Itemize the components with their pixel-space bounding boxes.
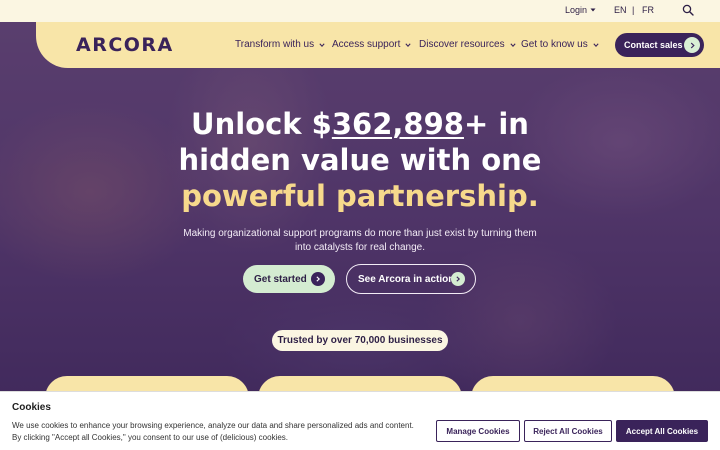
- hero-subtext: Making organizational support programs d…: [183, 228, 537, 253]
- language-en-link[interactable]: EN: [614, 5, 627, 15]
- cookie-banner: Cookies We use cookies to enhance your b…: [0, 391, 720, 450]
- main-navigation: ARCORA Transform with us Access support …: [36, 22, 720, 68]
- chevron-down-icon: [509, 42, 516, 47]
- nav-item-label: Access support: [332, 39, 401, 50]
- get-started-button[interactable]: Get started: [243, 265, 335, 293]
- headline-accent: powerful partnership.: [181, 179, 539, 213]
- manage-cookies-button[interactable]: Manage Cookies: [436, 420, 520, 442]
- headline-prefix: Unlock $: [191, 107, 332, 141]
- contact-sales-button[interactable]: Contact sales: [615, 33, 704, 57]
- chevron-down-icon: [405, 42, 411, 47]
- accept-all-cookies-button[interactable]: Accept All Cookies: [616, 420, 708, 442]
- nav-item-label: Transform with us: [235, 39, 315, 50]
- see-arcora-label: See Arcora in action: [358, 273, 455, 285]
- nav-item-access-support[interactable]: Access support: [332, 39, 411, 50]
- utility-bar: Login EN | FR: [0, 0, 720, 22]
- headline-suffix: + in: [463, 107, 529, 141]
- get-started-label: Get started: [254, 273, 307, 285]
- arrow-right-icon: [311, 272, 325, 286]
- arrow-right-icon: [684, 37, 700, 53]
- language-separator: |: [632, 5, 635, 15]
- search-icon[interactable]: [682, 4, 694, 16]
- caret-down-icon: [590, 8, 596, 12]
- nav-item-label: Discover resources: [419, 39, 505, 50]
- cookie-title: Cookies: [12, 402, 51, 413]
- arcora-logo[interactable]: ARCORA: [76, 34, 174, 56]
- headline-number: 362,898: [331, 107, 464, 141]
- nav-item-transform[interactable]: Transform with us: [235, 39, 325, 50]
- reject-all-cookies-button[interactable]: Reject All Cookies: [524, 420, 612, 442]
- trusted-badge: Trusted by over 70,000 businesses: [272, 330, 448, 351]
- headline-line-2: hidden value with one: [178, 143, 542, 177]
- login-label: Login: [565, 5, 588, 15]
- headline-line-1: Unlock $362,898+ in: [0, 106, 720, 142]
- contact-sales-label: Contact sales: [624, 40, 683, 50]
- language-fr-link[interactable]: FR: [642, 5, 654, 15]
- nav-item-discover-resources[interactable]: Discover resources: [419, 39, 516, 50]
- chevron-down-icon: [593, 42, 599, 47]
- cookie-description: We use cookies to enhance your browsing …: [12, 421, 414, 442]
- arrow-right-icon: [451, 272, 465, 286]
- login-link[interactable]: Login: [565, 5, 596, 15]
- nav-item-get-to-know-us[interactable]: Get to know us: [521, 39, 599, 50]
- hero-headline: Unlock $362,898+ in hidden value with on…: [0, 106, 720, 214]
- chevron-down-icon: [319, 42, 325, 47]
- see-arcora-in-action-button[interactable]: See Arcora in action: [346, 264, 476, 294]
- nav-item-label: Get to know us: [521, 39, 588, 50]
